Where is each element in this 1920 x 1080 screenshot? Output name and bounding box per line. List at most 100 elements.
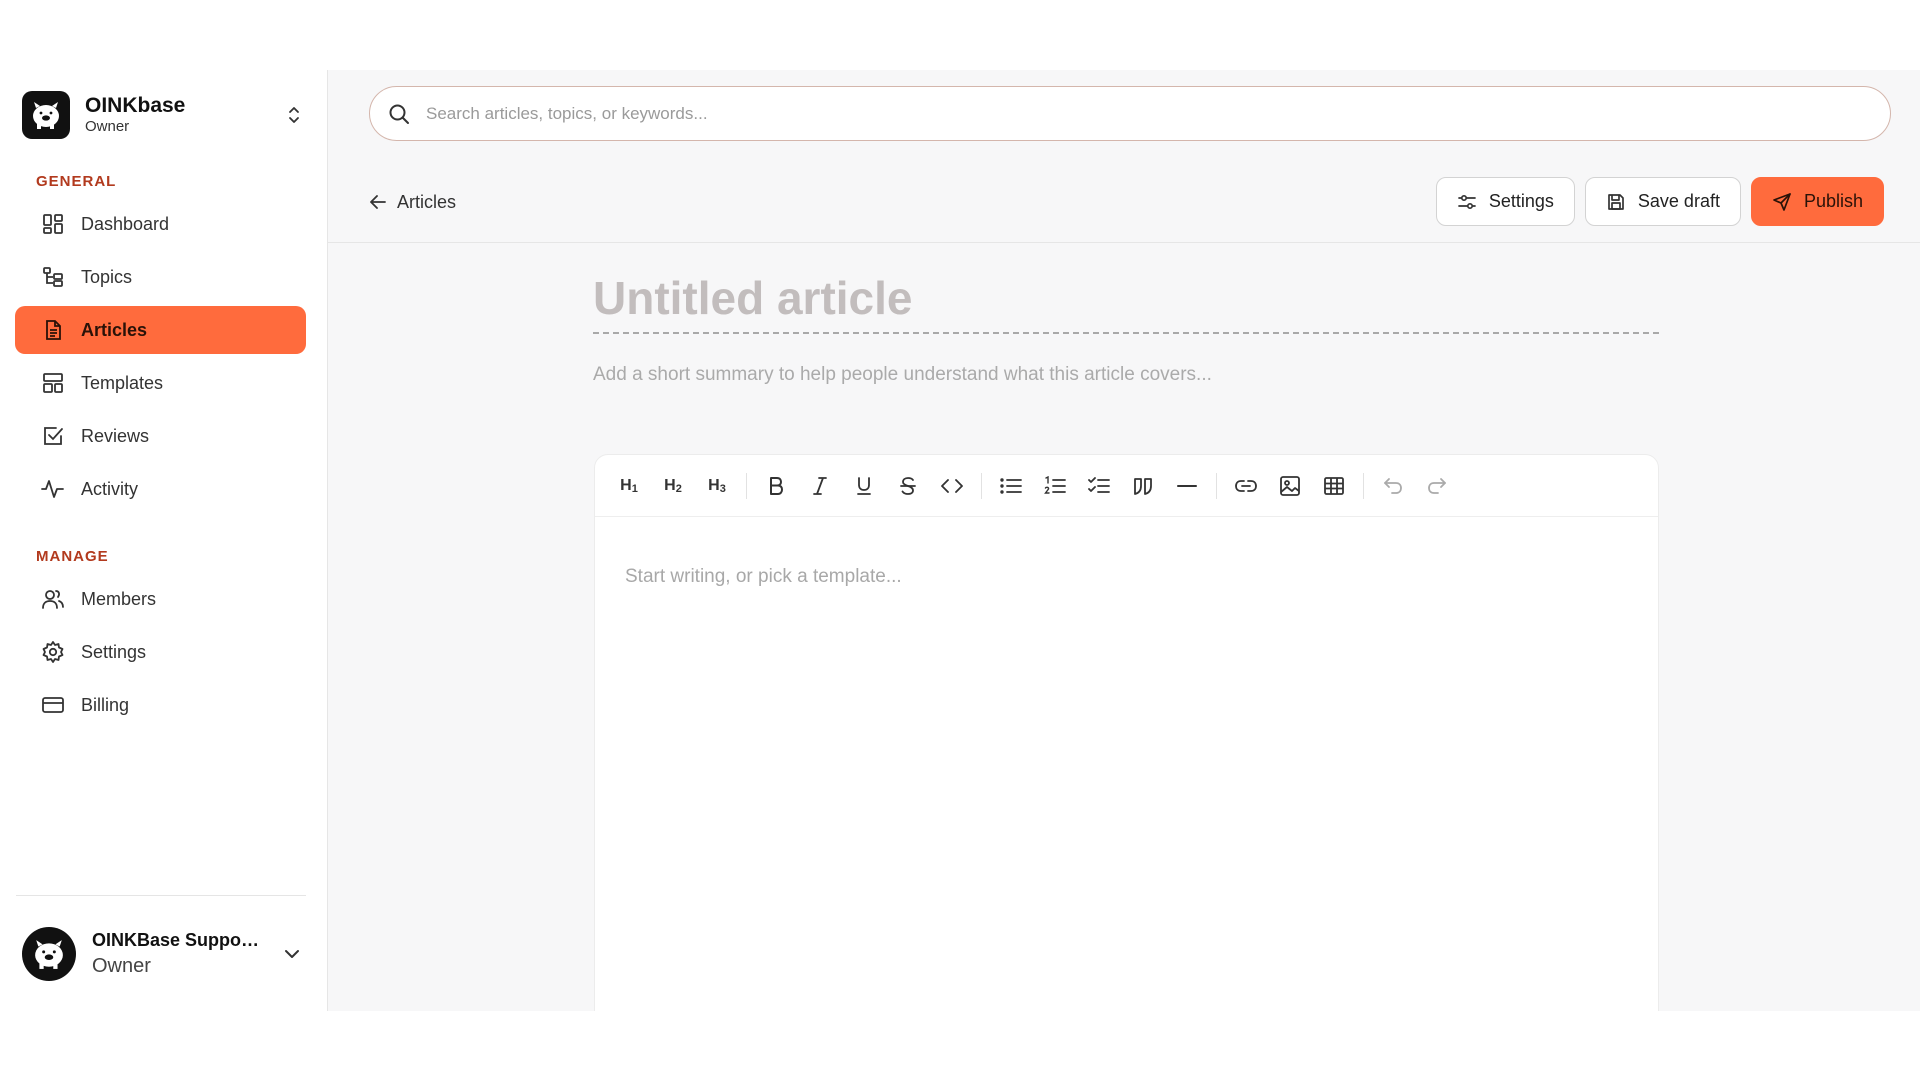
publish-button[interactable]: Publish <box>1750 177 1884 226</box>
italic-icon <box>811 476 829 496</box>
send-icon <box>1772 192 1792 212</box>
underline-icon <box>855 476 873 496</box>
user-menu[interactable]: OINKBase Suppor... Owner <box>22 919 306 989</box>
bold-button[interactable] <box>754 468 798 504</box>
search-bar[interactable] <box>369 86 1891 141</box>
credit-card-icon <box>41 693 65 717</box>
sidebar-divider <box>16 895 306 896</box>
sidebar-item-label: Activity <box>81 478 139 499</box>
sidebar-item-label: Reviews <box>81 425 150 446</box>
strikethrough-button[interactable] <box>886 468 930 504</box>
bold-icon <box>767 476 785 496</box>
heading-2-button[interactable]: H2 <box>651 468 695 504</box>
app-window: OINKbase Owner GENERAL Dashboard Topics … <box>0 70 1920 1011</box>
gear-icon <box>41 640 65 664</box>
horizontal-rule-button[interactable] <box>1165 468 1209 504</box>
dashboard-icon <box>41 212 65 236</box>
sidebar-item-templates[interactable]: Templates <box>15 359 306 407</box>
rich-text-editor: H1 H2 H3 Start writing, or pick a templa… <box>594 454 1659 1011</box>
header-actions: Settings Save draft Publish <box>1435 177 1884 226</box>
toolbar-separator <box>746 472 747 499</box>
chevron-down-icon[interactable] <box>278 940 306 968</box>
table-button[interactable] <box>1312 468 1356 504</box>
sidebar-item-label: Settings <box>81 641 147 662</box>
sidebar-item-activity[interactable]: Activity <box>15 465 306 513</box>
checklist-icon <box>1088 476 1110 496</box>
save-draft-button[interactable]: Save draft <box>1584 177 1741 226</box>
heading-3-button[interactable]: H3 <box>695 468 739 504</box>
main-content: Articles Settings Save draft Publish Unt… <box>328 70 1920 1011</box>
search-icon <box>388 103 410 125</box>
back-to-articles-link[interactable]: Articles <box>369 190 456 214</box>
activity-icon <box>41 477 65 501</box>
image-icon <box>1279 475 1301 497</box>
article-title-input[interactable]: Untitled article <box>593 268 1659 334</box>
avatar <box>22 927 76 981</box>
blockquote-button[interactable] <box>1121 468 1165 504</box>
numbered-list-button[interactable] <box>1033 468 1077 504</box>
header-divider <box>328 242 1920 243</box>
articles-icon <box>41 318 65 342</box>
sidebar-item-dashboard[interactable]: Dashboard <box>15 200 306 248</box>
workspace-switcher[interactable]: OINKbase Owner <box>22 87 306 143</box>
code-button[interactable] <box>930 468 974 504</box>
quote-icon <box>1132 476 1154 496</box>
general-nav: Dashboard Topics Articles Templates Revi… <box>15 200 306 518</box>
section-label-general: GENERAL <box>36 173 117 190</box>
image-button[interactable] <box>1268 468 1312 504</box>
h1-sub: 1 <box>631 482 638 495</box>
h3-label: H <box>708 476 720 494</box>
h1-label: H <box>620 476 632 494</box>
sidebar-item-label: Billing <box>81 694 130 715</box>
sidebar-item-label: Dashboard <box>81 213 170 234</box>
toolbar-separator <box>1216 472 1217 499</box>
italic-button[interactable] <box>798 468 842 504</box>
h3-sub: 3 <box>719 482 726 495</box>
article-summary-input[interactable]: Add a short summary to help people under… <box>593 364 1212 386</box>
h2-sub: 2 <box>675 482 682 495</box>
save-icon <box>1606 192 1626 212</box>
chevron-up-down-icon[interactable] <box>282 103 306 127</box>
sliders-icon <box>1457 192 1477 212</box>
sidebar-item-topics[interactable]: Topics <box>15 253 306 301</box>
numbered-list-icon <box>1044 475 1066 496</box>
redo-button[interactable] <box>1415 468 1459 504</box>
undo-button[interactable] <box>1371 468 1415 504</box>
workspace-name: OINKbase <box>85 94 186 117</box>
checklist-button[interactable] <box>1077 468 1121 504</box>
user-name: OINKBase Suppor... <box>92 930 262 950</box>
code-icon <box>941 477 963 495</box>
sidebar-item-reviews[interactable]: Reviews <box>15 412 306 460</box>
sidebar-item-label: Templates <box>81 372 164 393</box>
heading-1-button[interactable]: H1 <box>607 468 651 504</box>
settings-button-label: Settings <box>1488 191 1554 211</box>
workspace-role: Owner <box>85 118 130 135</box>
sidebar-item-settings[interactable]: Settings <box>15 628 306 676</box>
pig-logo-icon <box>22 91 70 139</box>
link-icon <box>1235 479 1257 493</box>
link-button[interactable] <box>1224 468 1268 504</box>
save-draft-label: Save draft <box>1637 191 1720 211</box>
search-input[interactable] <box>426 103 1826 124</box>
sidebar-item-articles[interactable]: Articles <box>15 306 306 354</box>
reviews-icon <box>41 424 65 448</box>
sidebar-item-label: Articles <box>81 319 148 340</box>
topics-icon <box>41 265 65 289</box>
settings-button[interactable]: Settings <box>1435 177 1575 226</box>
redo-icon <box>1427 477 1447 495</box>
bullet-list-icon <box>1000 477 1022 495</box>
h2-label: H <box>664 476 676 494</box>
toolbar-separator <box>1363 472 1364 499</box>
toolbar-separator <box>981 472 982 499</box>
members-icon <box>41 587 65 611</box>
sidebar-item-members[interactable]: Members <box>15 575 306 623</box>
bullet-list-button[interactable] <box>989 468 1033 504</box>
templates-icon <box>41 371 65 395</box>
editor-body-input[interactable]: Start writing, or pick a template... <box>625 566 902 588</box>
table-icon <box>1323 476 1345 496</box>
underline-button[interactable] <box>842 468 886 504</box>
editor-toolbar: H1 H2 H3 <box>595 455 1658 517</box>
sidebar-item-label: Topics <box>81 266 133 287</box>
horizontal-rule-icon <box>1177 484 1197 488</box>
sidebar-item-billing[interactable]: Billing <box>15 681 306 729</box>
